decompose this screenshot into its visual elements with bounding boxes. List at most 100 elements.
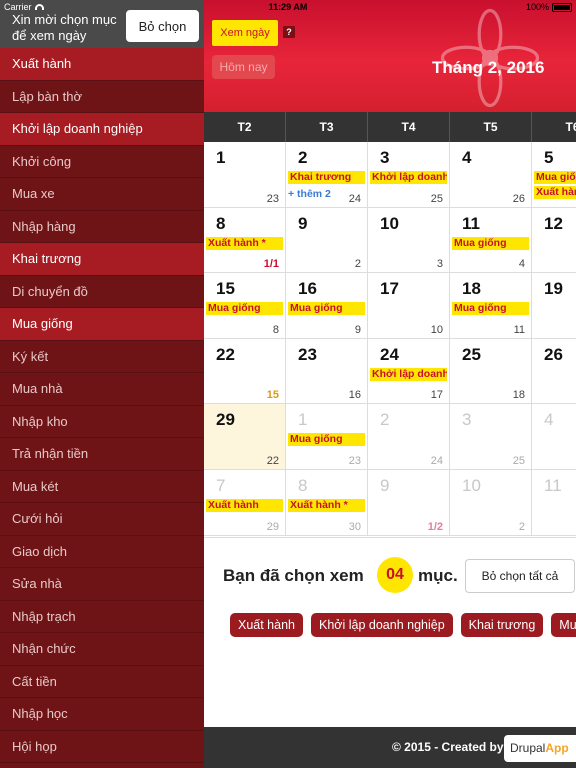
sidebar-item[interactable]: Mua giống (0, 308, 204, 341)
day-number: 9 (298, 213, 308, 233)
calendar-day-cell[interactable]: 16 Mua giống 9 (286, 273, 368, 339)
calendar-day-cell[interactable]: 125 (532, 208, 576, 274)
today-button[interactable]: Hôm nay (212, 55, 275, 79)
lunar-date: 9 (354, 323, 361, 336)
lunar-date: 4 (518, 258, 525, 271)
calendar-day-cell[interactable]: 7 Xuất hành 29 (204, 470, 286, 536)
calendar-day-cell[interactable]: 92 (286, 207, 368, 274)
day-number: 7 (216, 476, 226, 495)
drupalapp-logo[interactable]: DrupalApp (504, 735, 576, 762)
help-icon[interactable]: ? (283, 26, 295, 38)
day-number: 18 (462, 279, 481, 299)
day-number: 4 (462, 148, 472, 167)
copyright-text: © 2015 - Created by (392, 740, 504, 754)
sidebar-item[interactable]: Mua két (0, 470, 204, 503)
calendar-day-cell[interactable]: 15 Mua giống 8 (204, 273, 286, 339)
sidebar-item[interactable]: Nhận chức (0, 633, 204, 666)
sidebar-item[interactable]: Cất tiền (0, 665, 204, 698)
calendar-day-cell[interactable]: 426 (532, 404, 576, 470)
sidebar-item[interactable]: Mua xe (0, 178, 204, 211)
calendar-day-cell[interactable]: 24 Khởi lập doanh nghiệp 17 (368, 338, 450, 405)
day-number: 8 (216, 213, 226, 233)
sidebar-item[interactable]: Nhập trạch (0, 600, 204, 633)
sidebar-item[interactable]: Ký kết (0, 340, 204, 373)
calendar-day-cell[interactable]: 18 Mua giống 11 (450, 273, 532, 339)
calendar-day-cell[interactable]: 2619 (532, 339, 576, 405)
event-tag: Khởi lập doanh nghiệp (370, 367, 447, 381)
status-bar: Carrier 11:29 AM 100% (0, 0, 576, 14)
calendar-day-cell[interactable]: 5Mua giốngXuất hành27 (532, 142, 576, 208)
day-number: 2 (380, 410, 390, 430)
sidebar-item[interactable]: Mua nhà (0, 373, 204, 406)
clear-all-button[interactable]: Bỏ chọn tất cả (465, 559, 575, 593)
day-number: 9 (380, 476, 390, 495)
calendar-day-cell[interactable]: 3 25 (450, 404, 532, 470)
category-sidebar: Xin mời chọn mục để xem ngày Bỏ chọn Xuấ… (0, 0, 204, 768)
sidebar-item[interactable]: Nhập hàng (0, 210, 204, 243)
calendar-day-cell[interactable]: 17 10 (368, 273, 450, 339)
day-number: 22 (216, 344, 235, 364)
sidebar-item[interactable]: Nhập kho (0, 405, 204, 438)
lunar-date: 25 (512, 454, 525, 467)
weekday-header: T3 (286, 112, 368, 142)
brand-part-a: Drupal (510, 741, 546, 755)
calendar-day-cell[interactable]: 2 Khai trương + thêm 2 24 (286, 142, 368, 208)
calendar-day-cell[interactable]: 426 (450, 142, 532, 208)
lunar-date: 3 (436, 258, 443, 271)
sidebar-item[interactable]: Cưới hỏi (0, 503, 204, 536)
lunar-date: 18 (512, 389, 525, 402)
day-number: 10 (380, 213, 399, 233)
more-events-link[interactable]: + thêm 2 (288, 188, 331, 200)
calendar-day-cell[interactable]: 1 23 (204, 142, 286, 208)
day-number: 2 (298, 148, 308, 167)
sidebar-item[interactable]: Xuất hành (0, 48, 204, 81)
selected-chip[interactable]: Xuất hành (230, 613, 303, 637)
sidebar-item[interactable]: Di chuyển đồ (0, 275, 204, 308)
calendar-day-cell[interactable]: 25 18 (450, 338, 532, 405)
sidebar-item[interactable]: Khởi lập doanh nghiệp (0, 113, 204, 146)
event-tag: Xuất hành (206, 499, 283, 512)
sidebar-item[interactable]: Sửa nhà (0, 568, 204, 601)
calendar-day-cell[interactable]: 10 3 (368, 207, 450, 274)
day-number: 26 (544, 344, 563, 364)
lunar-date: 24 (348, 192, 361, 205)
selected-chip[interactable]: Khai trương (460, 613, 544, 637)
sidebar-item[interactable]: Giao dịch (0, 535, 204, 568)
lunar-date: 16 (348, 389, 361, 402)
calendar-day-cell[interactable]: 11 Mua giống 4 (450, 207, 532, 274)
sidebar-item[interactable]: Lập bàn thờ (0, 80, 204, 113)
calendar-day-cell[interactable]: 3 Khởi lập doanh nghiệp 25 (368, 142, 450, 208)
lunar-date: 29 (266, 520, 279, 533)
calendar-day-cell[interactable]: 23 16 (286, 338, 368, 405)
calendar-day-cell[interactable]: 113 (532, 470, 576, 536)
calendar-day-cell[interactable]: 8 Xuất hành * 1/1 (204, 207, 286, 274)
lunar-date: 25 (430, 192, 443, 205)
calendar-day-cell[interactable]: 10 2 (450, 470, 532, 536)
weekday-header: T6 (532, 112, 576, 142)
sidebar-list: Xuất hành Lập bàn thờ Khởi lập doanh nghiệ… (0, 48, 204, 763)
day-number: 11 (462, 213, 480, 233)
view-date-button[interactable]: Xem ngày (212, 20, 278, 46)
sidebar-item[interactable]: Khởi công (0, 145, 204, 178)
selected-chip[interactable]: Mua giống (551, 613, 576, 637)
sidebar-item[interactable]: Khai trương (0, 243, 204, 276)
lunar-date: 1/2 (427, 520, 443, 533)
calendar-day-cell[interactable]: 1 Mua giống 23 (286, 404, 368, 470)
month-title: Tháng 2, 2016 (432, 58, 545, 77)
calendar-day-cell[interactable]: 8 Xuất hành * 30 (286, 470, 368, 536)
sidebar-item[interactable]: Nhập học (0, 698, 204, 731)
lunar-date: 10 (430, 323, 443, 336)
calendar-day-cell[interactable]: 2 24 (368, 404, 450, 470)
calendar-day-cell[interactable]: 29 22 (204, 404, 286, 470)
selected-chip[interactable]: Khởi lập doanh nghiệp (311, 613, 453, 637)
calendar-day-cell[interactable]: 22 15 (204, 338, 286, 405)
calendar-day-cell[interactable]: 1912 (532, 273, 576, 339)
sidebar-item[interactable]: Trả nhận tiền (0, 438, 204, 471)
clear-selection-button[interactable]: Bỏ chọn (126, 10, 199, 42)
calendar-day-cell[interactable]: 9 1/2 (368, 470, 450, 536)
event-tag: Mua giống (452, 302, 529, 316)
day-number: 4 (544, 410, 554, 430)
day-number: 3 (380, 148, 390, 167)
sidebar-item[interactable]: Hội họp (0, 730, 204, 763)
lunar-date: 2 (518, 520, 525, 533)
